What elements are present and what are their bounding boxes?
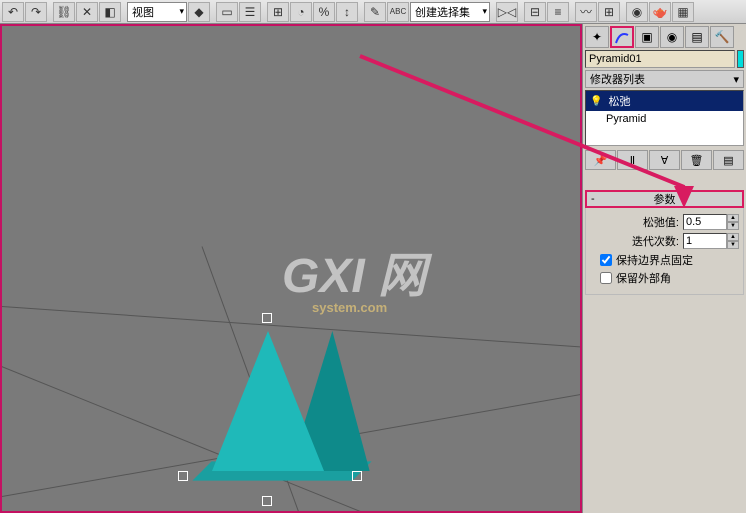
relax-value-spinner[interactable]: ▲▼: [683, 214, 739, 230]
select-button[interactable]: ▭: [216, 2, 238, 22]
pyramid-front-face: [212, 331, 324, 471]
snap-toggle-button[interactable]: ⊞: [267, 2, 289, 22]
select-by-name-button[interactable]: ☰: [239, 2, 261, 22]
lightbulb-icon: 💡: [590, 96, 602, 107]
parameters-rollout-header[interactable]: - 参数: [585, 190, 744, 208]
hierarchy-tab[interactable]: ▣: [635, 26, 659, 48]
minus-icon: -: [591, 193, 595, 205]
object-color-swatch[interactable]: [737, 50, 744, 68]
relax-value-label: 松弛值:: [590, 214, 679, 230]
save-outer-row: 保留外部角: [600, 270, 739, 286]
save-outer-label: 保留外部角: [616, 270, 671, 286]
selection-handle[interactable]: [178, 471, 188, 481]
scene-3d: [2, 26, 580, 511]
select-link-button[interactable]: ⛓: [53, 2, 75, 22]
stack-item-relax[interactable]: 💡 松弛: [586, 91, 743, 111]
selection-handle[interactable]: [262, 496, 272, 506]
create-tab[interactable]: ✦: [585, 26, 609, 48]
angle-snap-button[interactable]: ◔: [290, 2, 312, 22]
stack-item-base[interactable]: Pyramid: [586, 111, 743, 127]
modifier-stack[interactable]: 💡 松弛 Pyramid: [585, 90, 744, 146]
keep-boundary-row: 保持边界点固定: [600, 252, 739, 268]
selection-handle[interactable]: [262, 313, 272, 323]
iterations-label: 迭代次数:: [590, 233, 679, 249]
curve-editor-button[interactable]: 〰: [575, 2, 597, 22]
use-pivot-center-button[interactable]: ◆: [188, 2, 210, 22]
keep-boundary-label: 保持边界点固定: [616, 252, 693, 268]
modify-tab[interactable]: [610, 26, 634, 48]
named-selection-dropdown[interactable]: 创建选择集: [410, 2, 490, 22]
reference-coord-dropdown[interactable]: 视图: [127, 2, 187, 22]
material-editor-button[interactable]: ◉: [626, 2, 648, 22]
undo-button[interactable]: ↶: [2, 2, 24, 22]
motion-tab[interactable]: ◉: [660, 26, 684, 48]
stack-item-label: 松弛: [608, 93, 630, 109]
relax-value-row: 松弛值: ▲▼: [590, 214, 739, 230]
bind-spacewarp-button[interactable]: ◧: [99, 2, 121, 22]
command-panel: ✦ ▣ ◉ ▤ 🔨 修改器列表 💡 松弛 Pyramid 📌 Ⅱ ∀ 🗑 ▤ -…: [582, 24, 746, 513]
annotation-arrow-head: [674, 186, 694, 208]
parameters-rollout-body: 松弛值: ▲▼ 迭代次数: ▲▼ 保持边界点固定 保留外部角: [585, 208, 744, 295]
object-name-row: [585, 50, 744, 68]
keep-boundary-checkbox[interactable]: [600, 254, 612, 266]
object-name-input[interactable]: [585, 50, 735, 68]
iterations-row: 迭代次数: ▲▼: [590, 233, 739, 249]
mirror-button[interactable]: ▷◁: [496, 2, 518, 22]
pyramid-object[interactable]: [182, 321, 352, 491]
redo-button[interactable]: ↷: [25, 2, 47, 22]
display-tab[interactable]: ▤: [685, 26, 709, 48]
spinner-buttons[interactable]: ▲▼: [727, 214, 739, 230]
utilities-tab[interactable]: 🔨: [710, 26, 734, 48]
render-scene-button[interactable]: 🫖: [649, 2, 671, 22]
selection-handle[interactable]: [352, 471, 362, 481]
percent-snap-button[interactable]: %: [313, 2, 335, 22]
spinner-buttons[interactable]: ▲▼: [727, 233, 739, 249]
abc-icon[interactable]: ABC: [387, 2, 409, 22]
iterations-input[interactable]: [683, 233, 727, 249]
configure-sets-button[interactable]: ▤: [713, 150, 744, 170]
stack-item-label: Pyramid: [606, 113, 646, 125]
unlink-button[interactable]: ✕: [76, 2, 98, 22]
save-outer-checkbox[interactable]: [600, 272, 612, 284]
remove-modifier-button[interactable]: 🗑: [681, 150, 712, 170]
rollout-title: 参数: [654, 191, 676, 207]
spinner-snap-button[interactable]: ↕: [336, 2, 358, 22]
quick-render-button[interactable]: ▦: [672, 2, 694, 22]
align-button[interactable]: ⊟: [524, 2, 546, 22]
main-toolbar: ↶ ↷ ⛓ ✕ ◧ 视图 ◆ ▭ ☰ ⊞ ◔ % ↕ ✎ ABC 创建选择集 ▷…: [0, 0, 746, 24]
stack-toolbar: 📌 Ⅱ ∀ 🗑 ▤: [585, 150, 744, 170]
perspective-viewport[interactable]: GXI 网 system.com: [0, 24, 582, 513]
schematic-view-button[interactable]: ⊞: [598, 2, 620, 22]
modifier-list-dropdown[interactable]: 修改器列表: [585, 70, 744, 88]
layers-button[interactable]: ≡: [547, 2, 569, 22]
iterations-spinner[interactable]: ▲▼: [683, 233, 739, 249]
make-unique-button[interactable]: ∀: [649, 150, 680, 170]
relax-value-input[interactable]: [683, 214, 727, 230]
command-panel-tabs: ✦ ▣ ◉ ▤ 🔨: [585, 26, 744, 48]
modify-icon: [614, 29, 630, 45]
named-selection-edit-button[interactable]: ✎: [364, 2, 386, 22]
